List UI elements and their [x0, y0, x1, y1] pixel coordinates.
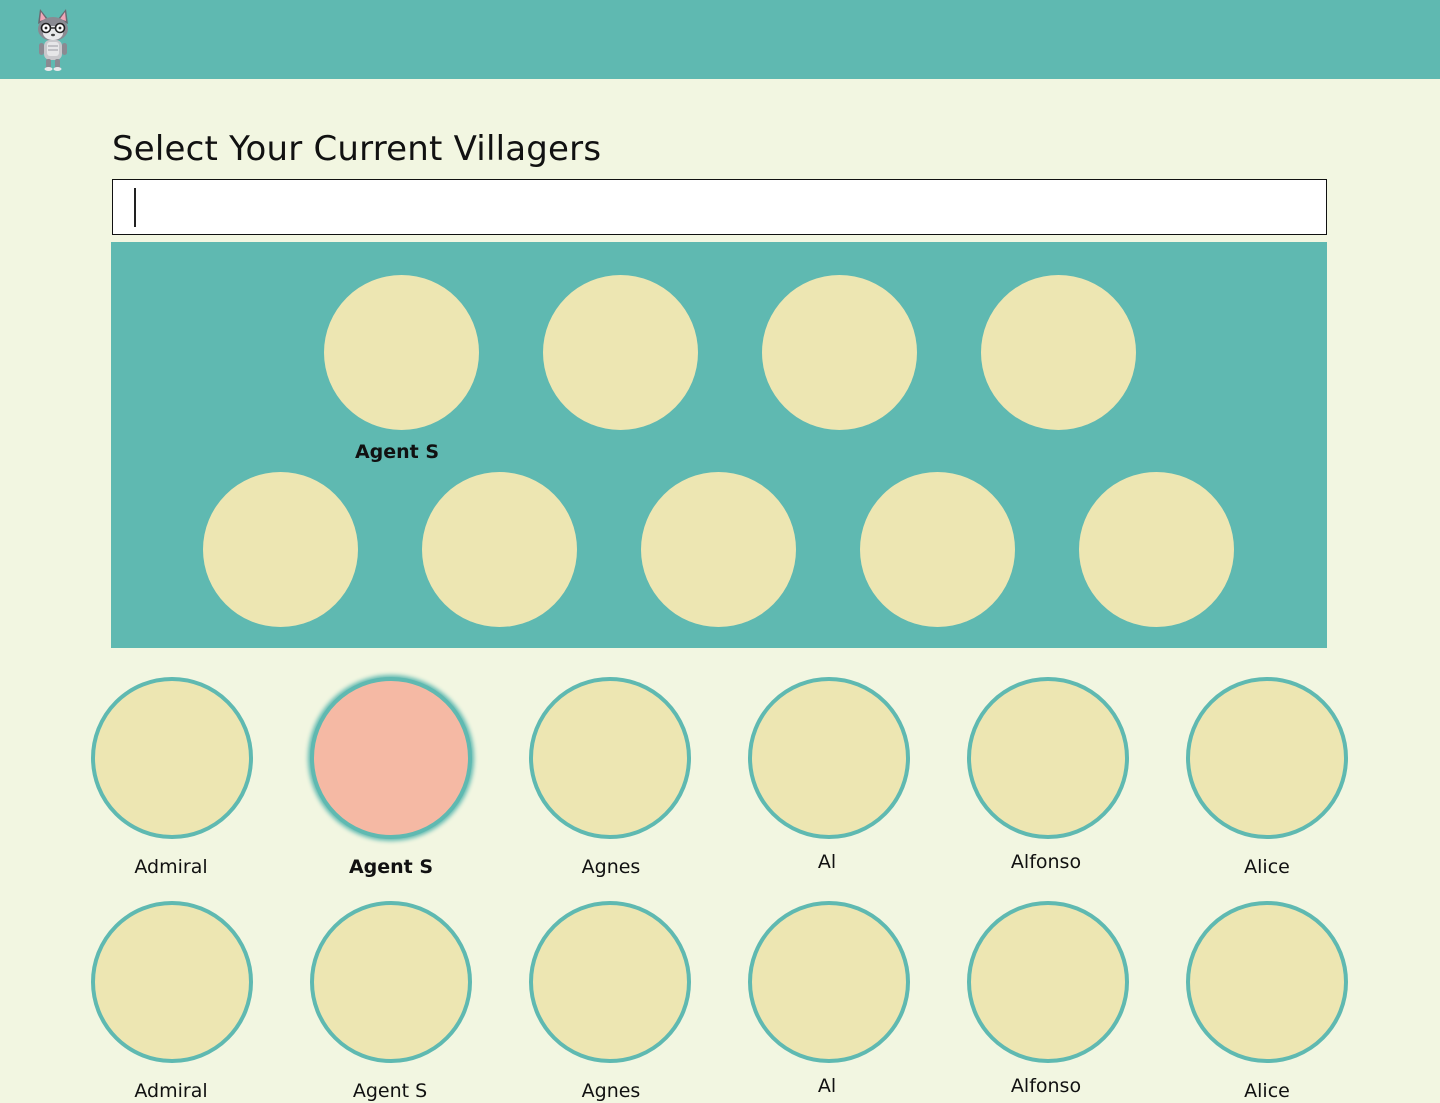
villager-name: Agent S	[348, 856, 434, 878]
villager-name: Al	[817, 851, 837, 873]
villager-card-admiral[interactable]	[91, 677, 253, 839]
villager-card-alice[interactable]	[1186, 901, 1348, 1063]
selected-slot-label: Agent S	[354, 441, 440, 463]
cat-villager-logo-icon[interactable]	[30, 6, 76, 72]
villager-name: Alice	[1244, 856, 1290, 878]
villager-card-agent-s[interactable]	[310, 901, 472, 1063]
villager-card-agnes[interactable]	[529, 677, 691, 839]
selected-slot-6[interactable]	[422, 472, 577, 627]
selected-slot-5[interactable]	[203, 472, 358, 627]
villager-card-alfonso[interactable]	[967, 677, 1129, 839]
villager-card-al[interactable]	[748, 677, 910, 839]
villager-name: Al	[817, 1075, 837, 1097]
villager-search-input[interactable]	[112, 179, 1327, 235]
villager-card-al[interactable]	[748, 901, 910, 1063]
villager-card-agnes[interactable]	[529, 901, 691, 1063]
villager-name: Admiral	[134, 856, 208, 878]
villager-name: Agent S	[352, 1080, 428, 1102]
villager-name: Alfonso	[1010, 1075, 1082, 1097]
selected-slot-2[interactable]	[543, 275, 698, 430]
villager-name: Agnes	[581, 1080, 641, 1102]
selected-slot-4[interactable]	[981, 275, 1136, 430]
top-header	[0, 0, 1440, 79]
villager-name: Alfonso	[1010, 851, 1082, 873]
page-title: Select Your Current Villagers	[112, 129, 602, 169]
villager-name: Agnes	[581, 856, 641, 878]
selected-slot-7[interactable]	[641, 472, 796, 627]
selected-slot-8[interactable]	[860, 472, 1015, 627]
selected-slot-9[interactable]	[1079, 472, 1234, 627]
villager-card-alfonso[interactable]	[967, 901, 1129, 1063]
villager-card-alice[interactable]	[1186, 677, 1348, 839]
villager-name: Alice	[1244, 1080, 1290, 1102]
villager-name: Admiral	[134, 1080, 208, 1102]
selected-slot-3[interactable]	[762, 275, 917, 430]
selected-slot-1[interactable]	[324, 275, 479, 430]
villager-card-agent-s[interactable]	[310, 677, 472, 839]
villager-card-admiral[interactable]	[91, 901, 253, 1063]
text-cursor	[134, 188, 136, 227]
